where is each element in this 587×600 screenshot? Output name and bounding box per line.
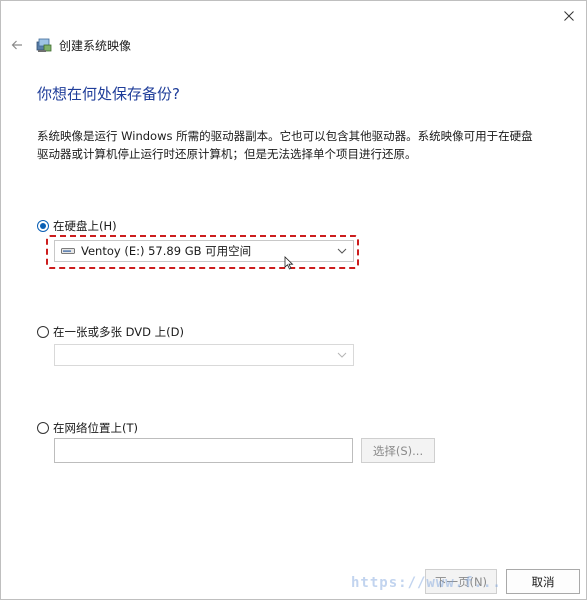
window-title: 创建系统映像: [59, 38, 132, 53]
hard-disk-selected-drive: Ventoy (E:) 57.89 GB 可用空间: [81, 244, 252, 258]
radio-dvd-row[interactable]: 在一张或多张 DVD 上(D): [37, 324, 184, 340]
hard-disk-drive-select[interactable]: Ventoy (E:) 57.89 GB 可用空间: [54, 240, 354, 262]
radio-dvd-label: 在一张或多张 DVD 上(D): [53, 325, 185, 339]
radio-network-label: 在网络位置上(T): [53, 421, 138, 435]
radio-hard-disk-row[interactable]: 在硬盘上(H): [37, 218, 117, 234]
drive-icon: [61, 248, 75, 254]
radio-dvd[interactable]: [37, 326, 49, 338]
network-path-input[interactable]: [54, 438, 353, 463]
radio-network-row[interactable]: 在网络位置上(T): [37, 420, 138, 436]
cancel-button[interactable]: 取消: [506, 569, 580, 594]
next-button[interactable]: 下一页(N): [425, 569, 497, 594]
radio-network[interactable]: [37, 422, 49, 434]
back-button[interactable]: [9, 37, 25, 53]
dvd-drive-select: [54, 344, 354, 366]
title-bar: 创建系统映像: [9, 35, 131, 55]
radio-hard-disk-label: 在硬盘上(H): [53, 219, 117, 233]
mouse-cursor-icon: [284, 256, 294, 270]
chevron-down-icon: [337, 248, 347, 254]
page-heading: 你想在何处保存备份?: [37, 85, 180, 103]
create-system-image-window: 创建系统映像 你想在何处保存备份? 系统映像是运行 Windows 所需的驱动器…: [0, 0, 587, 600]
backup-app-icon: [36, 38, 52, 52]
radio-hard-disk[interactable]: [37, 220, 49, 232]
page-description: 系统映像是运行 Windows 所需的驱动器副本。它也可以包含其他驱动器。系统映…: [37, 129, 533, 161]
browse-button[interactable]: 选择(S)...: [361, 438, 435, 463]
chevron-down-icon: [337, 352, 347, 358]
back-arrow-icon: [11, 40, 22, 50]
close-icon: [564, 11, 574, 21]
close-button[interactable]: [552, 1, 586, 31]
